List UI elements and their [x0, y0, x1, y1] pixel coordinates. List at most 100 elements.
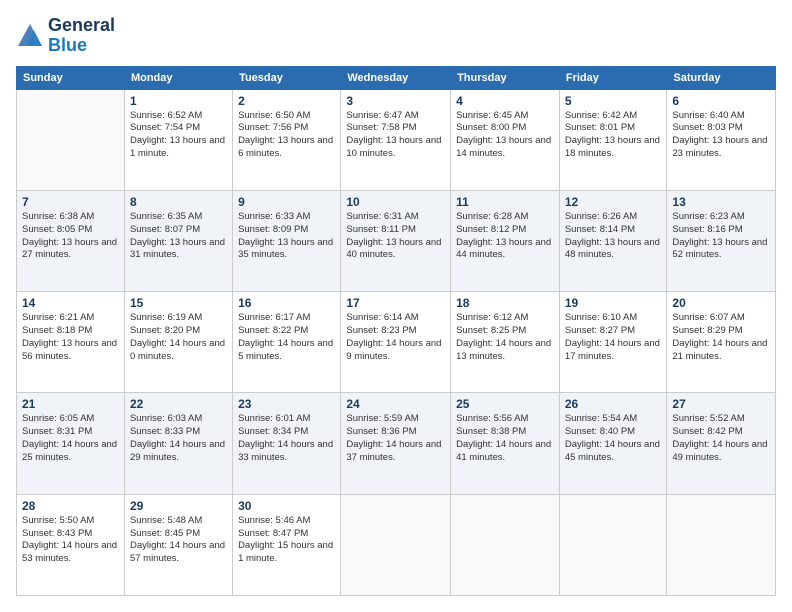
day-number: 5	[565, 94, 662, 108]
day-number: 17	[346, 296, 445, 310]
day-number: 15	[130, 296, 227, 310]
calendar-cell: 11Sunrise: 6:28 AMSunset: 8:12 PMDayligh…	[451, 190, 560, 291]
day-info: Sunrise: 6:17 AMSunset: 8:22 PMDaylight:…	[238, 312, 335, 363]
day-info: Sunrise: 5:52 AMSunset: 8:42 PMDaylight:…	[672, 413, 770, 464]
calendar-cell: 23 Sunrise: 6:01 AMSunset: 8:34 PMDayligh…	[233, 393, 341, 494]
calendar-cell: 16Sunrise: 6:17 AMSunset: 8:22 PMDayligh…	[233, 292, 341, 393]
calendar-cell: 12 Sunrise: 6:26 AMSunset: 8:14 PMDayligh…	[559, 190, 667, 291]
day-number: 24	[346, 397, 445, 411]
day-info: Sunrise: 6:01 AMSunset: 8:34 PMDaylight:…	[238, 413, 335, 464]
day-number: 10	[346, 195, 445, 209]
calendar-cell: 28 Sunrise: 5:50 AMSunset: 8:43 PMDayligh…	[17, 494, 125, 595]
day-info: Sunrise: 5:56 AMSunset: 8:38 PMDaylight:…	[456, 413, 554, 464]
day-info: Sunrise: 5:50 AMSunset: 8:43 PMDaylight:…	[22, 515, 119, 566]
calendar-cell	[451, 494, 560, 595]
day-number: 12	[565, 195, 662, 209]
calendar-cell: 22 Sunrise: 6:03 AMSunset: 8:33 PMDayligh…	[124, 393, 232, 494]
day-number: 14	[22, 296, 119, 310]
day-number: 27	[672, 397, 770, 411]
day-number: 2	[238, 94, 335, 108]
calendar-week-row: 28 Sunrise: 5:50 AMSunset: 8:43 PMDayligh…	[17, 494, 776, 595]
calendar-table: SundayMondayTuesdayWednesdayThursdayFrid…	[16, 66, 776, 596]
calendar-cell: 21 Sunrise: 6:05 AMSunset: 8:31 PMDayligh…	[17, 393, 125, 494]
day-number: 30	[238, 499, 335, 513]
day-info: Sunrise: 5:59 AMSunset: 8:36 PMDaylight:…	[346, 413, 445, 464]
day-number: 7	[22, 195, 119, 209]
day-number: 19	[565, 296, 662, 310]
column-header-wednesday: Wednesday	[341, 66, 451, 89]
calendar-cell: 3 Sunrise: 6:47 AMSunset: 7:58 PMDaylight…	[341, 89, 451, 190]
day-number: 26	[565, 397, 662, 411]
day-info: Sunrise: 6:14 AMSunset: 8:23 PMDaylight:…	[346, 312, 445, 363]
day-number: 29	[130, 499, 227, 513]
column-header-tuesday: Tuesday	[233, 66, 341, 89]
calendar-cell: 9 Sunrise: 6:33 AMSunset: 8:09 PMDaylight…	[233, 190, 341, 291]
calendar-cell	[559, 494, 667, 595]
day-number: 3	[346, 94, 445, 108]
day-info: Sunrise: 6:50 AMSunset: 7:56 PMDaylight:…	[238, 110, 335, 161]
calendar-week-row: 7 Sunrise: 6:38 AMSunset: 8:05 PMDaylight…	[17, 190, 776, 291]
day-info: Sunrise: 6:07 AMSunset: 8:29 PMDaylight:…	[672, 312, 770, 363]
day-number: 1	[130, 94, 227, 108]
calendar-cell: 18 Sunrise: 6:12 AMSunset: 8:25 PMDayligh…	[451, 292, 560, 393]
day-number: 6	[672, 94, 770, 108]
page: General Blue SundayMondayTuesdayWednesda…	[0, 0, 792, 612]
calendar-cell: 4 Sunrise: 6:45 AMSunset: 8:00 PMDaylight…	[451, 89, 560, 190]
calendar-week-row: 1 Sunrise: 6:52 AMSunset: 7:54 PMDaylight…	[17, 89, 776, 190]
calendar-header-row: SundayMondayTuesdayWednesdayThursdayFrid…	[17, 66, 776, 89]
logo-icon	[16, 22, 44, 50]
day-info: Sunrise: 5:54 AMSunset: 8:40 PMDaylight:…	[565, 413, 662, 464]
day-number: 23	[238, 397, 335, 411]
day-info: Sunrise: 6:35 AMSunset: 8:07 PMDaylight:…	[130, 211, 227, 262]
day-info: Sunrise: 5:46 AMSunset: 8:47 PMDaylight:…	[238, 515, 335, 566]
day-info: Sunrise: 6:38 AMSunset: 8:05 PMDaylight:…	[22, 211, 119, 262]
calendar-cell	[341, 494, 451, 595]
day-number: 18	[456, 296, 554, 310]
day-number: 22	[130, 397, 227, 411]
calendar-cell: 17 Sunrise: 6:14 AMSunset: 8:23 PMDayligh…	[341, 292, 451, 393]
calendar-cell: 26 Sunrise: 5:54 AMSunset: 8:40 PMDayligh…	[559, 393, 667, 494]
day-info: Sunrise: 6:05 AMSunset: 8:31 PMDaylight:…	[22, 413, 119, 464]
day-info: Sunrise: 6:45 AMSunset: 8:00 PMDaylight:…	[456, 110, 554, 161]
day-info: Sunrise: 6:33 AMSunset: 8:09 PMDaylight:…	[238, 211, 335, 262]
day-number: 28	[22, 499, 119, 513]
calendar-cell: 8Sunrise: 6:35 AMSunset: 8:07 PMDaylight…	[124, 190, 232, 291]
day-number: 13	[672, 195, 770, 209]
day-info: Sunrise: 6:40 AMSunset: 8:03 PMDaylight:…	[672, 110, 770, 161]
calendar-cell: 2 Sunrise: 6:50 AMSunset: 7:56 PMDaylight…	[233, 89, 341, 190]
calendar-cell: 6 Sunrise: 6:40 AMSunset: 8:03 PMDaylight…	[667, 89, 776, 190]
column-header-monday: Monday	[124, 66, 232, 89]
day-number: 9	[238, 195, 335, 209]
calendar-cell	[667, 494, 776, 595]
calendar-cell: 29Sunrise: 5:48 AMSunset: 8:45 PMDayligh…	[124, 494, 232, 595]
column-header-thursday: Thursday	[451, 66, 560, 89]
calendar-week-row: 21 Sunrise: 6:05 AMSunset: 8:31 PMDayligh…	[17, 393, 776, 494]
calendar-week-row: 14 Sunrise: 6:21 AMSunset: 8:18 PMDayligh…	[17, 292, 776, 393]
calendar-cell: 1 Sunrise: 6:52 AMSunset: 7:54 PMDaylight…	[124, 89, 232, 190]
day-number: 4	[456, 94, 554, 108]
column-header-sunday: Sunday	[17, 66, 125, 89]
day-number: 21	[22, 397, 119, 411]
day-info: Sunrise: 6:03 AMSunset: 8:33 PMDaylight:…	[130, 413, 227, 464]
calendar-cell: 24 Sunrise: 5:59 AMSunset: 8:36 PMDayligh…	[341, 393, 451, 494]
calendar-cell: 15 Sunrise: 6:19 AMSunset: 8:20 PMDayligh…	[124, 292, 232, 393]
day-info: Sunrise: 6:21 AMSunset: 8:18 PMDaylight:…	[22, 312, 119, 363]
day-info: Sunrise: 6:42 AMSunset: 8:01 PMDaylight:…	[565, 110, 662, 161]
day-info: Sunrise: 6:10 AMSunset: 8:27 PMDaylight:…	[565, 312, 662, 363]
day-info: Sunrise: 6:47 AMSunset: 7:58 PMDaylight:…	[346, 110, 445, 161]
day-info: Sunrise: 6:12 AMSunset: 8:25 PMDaylight:…	[456, 312, 554, 363]
column-header-friday: Friday	[559, 66, 667, 89]
day-info: Sunrise: 6:31 AMSunset: 8:11 PMDaylight:…	[346, 211, 445, 262]
day-number: 25	[456, 397, 554, 411]
day-info: Sunrise: 6:19 AMSunset: 8:20 PMDaylight:…	[130, 312, 227, 363]
logo-text: General Blue	[48, 16, 115, 56]
day-info: Sunrise: 6:26 AMSunset: 8:14 PMDaylight:…	[565, 211, 662, 262]
logo: General Blue	[16, 16, 115, 56]
calendar-cell: 7 Sunrise: 6:38 AMSunset: 8:05 PMDaylight…	[17, 190, 125, 291]
day-info: Sunrise: 6:52 AMSunset: 7:54 PMDaylight:…	[130, 110, 227, 161]
calendar-cell: 25 Sunrise: 5:56 AMSunset: 8:38 PMDayligh…	[451, 393, 560, 494]
day-number: 20	[672, 296, 770, 310]
calendar-cell: 30 Sunrise: 5:46 AMSunset: 8:47 PMDayligh…	[233, 494, 341, 595]
day-number: 11	[456, 195, 554, 209]
calendar-cell: 14 Sunrise: 6:21 AMSunset: 8:18 PMDayligh…	[17, 292, 125, 393]
